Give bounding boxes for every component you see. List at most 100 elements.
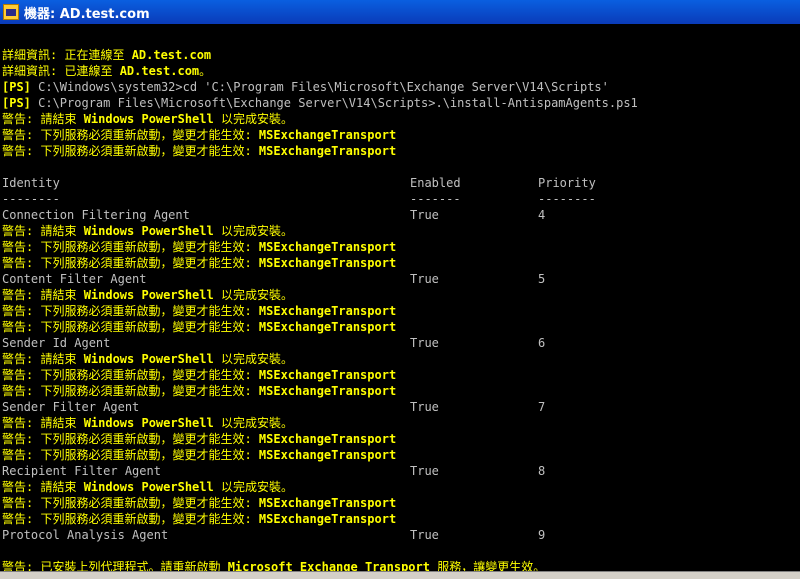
agent-enabled: True bbox=[410, 272, 439, 286]
column-header-identity: Identity bbox=[2, 176, 60, 190]
warning-prefix: 警告: 請結束 bbox=[2, 224, 84, 238]
remote-machine-icon bbox=[3, 4, 19, 20]
warning-highlight: MSExchangeTransport bbox=[258, 320, 397, 334]
console-output[interactable]: 詳細資訊: 正在連線至 AD.test.com 詳細資訊: 已連線至 AD.tes… bbox=[0, 24, 800, 574]
separator-priority: -------- bbox=[538, 192, 596, 206]
warning-line: 警告: 下列服務必須重新啟動，變更才能生效: MSExchangeTranspo… bbox=[2, 303, 800, 319]
agent-identity: Protocol Analysis Agent bbox=[2, 528, 169, 542]
warning-highlight: MSExchangeTransport bbox=[258, 144, 397, 158]
powershell-window: 機器: AD.test.com 詳細資訊: 正在連線至 AD.test.com 詳… bbox=[0, 0, 800, 579]
ps-prompt: [PS] bbox=[2, 80, 31, 94]
warning-highlight: MSExchangeTransport bbox=[258, 304, 397, 318]
agent-enabled: True bbox=[410, 400, 439, 414]
warning-line: 警告: 請結束 Windows PowerShell 以完成安裝。 bbox=[2, 287, 800, 303]
warning-highlight: MSExchangeTransport bbox=[258, 512, 397, 526]
warning-prefix: 警告: 下列服務必須重新啟動，變更才能生效: bbox=[2, 304, 259, 318]
command-text: C:\Windows\system32>cd 'C:\Program Files… bbox=[30, 80, 609, 94]
warning-prefix: 警告: 下列服務必須重新啟動，變更才能生效: bbox=[2, 320, 259, 334]
agent-priority: 6 bbox=[538, 336, 546, 350]
verbose-suffix: 。 bbox=[199, 64, 212, 78]
window-title: 機器: AD.test.com bbox=[24, 6, 150, 22]
warning-line: 警告: 請結束 Windows PowerShell 以完成安裝。 bbox=[2, 415, 800, 431]
warning-line: 警告: 下列服務必須重新啟動，變更才能生效: MSExchangeTranspo… bbox=[2, 255, 800, 271]
table-row: Sender Filter Agent True 7 bbox=[2, 399, 800, 415]
agent-enabled: True bbox=[410, 464, 439, 478]
verbose-prefix: 詳細資訊: 已連線至 bbox=[2, 64, 120, 78]
warning-prefix: 警告: 請結束 bbox=[2, 416, 84, 430]
warning-highlight: MSExchangeTransport bbox=[258, 240, 397, 254]
warning-highlight: Windows PowerShell bbox=[83, 288, 214, 302]
horizontal-scrollbar[interactable] bbox=[0, 571, 800, 579]
warning-prefix: 警告: 下列服務必須重新啟動，變更才能生效: bbox=[2, 256, 259, 270]
warning-line: 警告: 下列服務必須重新啟動，變更才能生效: MSExchangeTranspo… bbox=[2, 239, 800, 255]
verbose-line: 詳細資訊: 已連線至 AD.test.com。 bbox=[2, 63, 800, 79]
title-bar[interactable]: 機器: AD.test.com bbox=[0, 0, 800, 24]
agent-identity: Connection Filtering Agent bbox=[2, 208, 190, 222]
agent-identity: Sender Id Agent bbox=[2, 336, 111, 350]
warning-prefix: 警告: 請結束 bbox=[2, 352, 84, 366]
warning-prefix: 警告: 下列服務必須重新啟動，變更才能生效: bbox=[2, 144, 259, 158]
warning-line: 警告: 下列服務必須重新啟動，變更才能生效: MSExchangeTranspo… bbox=[2, 319, 800, 335]
agent-enabled: True bbox=[410, 528, 439, 542]
warning-highlight: Windows PowerShell bbox=[83, 112, 214, 126]
warning-highlight: Windows PowerShell bbox=[83, 416, 214, 430]
warning-suffix: 以完成安裝。 bbox=[213, 480, 293, 494]
table-row: Recipient Filter Agent True 8 bbox=[2, 463, 800, 479]
warning-line: 警告: 請結束 Windows PowerShell 以完成安裝。 bbox=[2, 479, 800, 495]
warning-prefix: 警告: 下列服務必須重新啟動，變更才能生效: bbox=[2, 368, 259, 382]
warning-highlight: Windows PowerShell bbox=[83, 224, 214, 238]
warning-line: 警告: 下列服務必須重新啟動，變更才能生效: MSExchangeTranspo… bbox=[2, 511, 800, 527]
warning-highlight: MSExchangeTransport bbox=[258, 256, 397, 270]
warning-highlight: MSExchangeTransport bbox=[258, 384, 397, 398]
warning-highlight: MSExchangeTransport bbox=[258, 496, 397, 510]
column-header-priority: Priority bbox=[538, 176, 596, 190]
table-row: Sender Id Agent True 6 bbox=[2, 335, 800, 351]
table-row: Protocol Analysis Agent True 9 bbox=[2, 527, 800, 543]
agent-priority: 4 bbox=[538, 208, 546, 222]
table-row: Connection Filtering Agent True 4 bbox=[2, 207, 800, 223]
command-text: C:\Program Files\Microsoft\Exchange Serv… bbox=[30, 96, 638, 110]
table-separator: -------- ------- -------- bbox=[2, 191, 800, 207]
warning-line: 警告: 下列服務必須重新啟動，變更才能生效: MSExchangeTranspo… bbox=[2, 367, 800, 383]
ps-prompt: [PS] bbox=[2, 96, 31, 110]
warning-line: 警告: 下列服務必須重新啟動，變更才能生效: MSExchangeTranspo… bbox=[2, 143, 800, 159]
warning-line: 警告: 下列服務必須重新啟動，變更才能生效: MSExchangeTranspo… bbox=[2, 447, 800, 463]
warning-suffix: 以完成安裝。 bbox=[213, 288, 293, 302]
warning-suffix: 以完成安裝。 bbox=[213, 416, 293, 430]
host-name: AD.test.com bbox=[119, 64, 200, 78]
agent-enabled: True bbox=[410, 208, 439, 222]
command-line: [PS] C:\Program Files\Microsoft\Exchange… bbox=[2, 95, 800, 111]
warning-line: 警告: 下列服務必須重新啟動，變更才能生效: MSExchangeTranspo… bbox=[2, 127, 800, 143]
agent-identity: Sender Filter Agent bbox=[2, 400, 140, 414]
warning-suffix: 以完成安裝。 bbox=[213, 224, 293, 238]
warning-suffix: 以完成安裝。 bbox=[213, 112, 293, 126]
command-line: [PS] C:\Windows\system32>cd 'C:\Program … bbox=[2, 79, 800, 95]
agent-priority: 9 bbox=[538, 528, 546, 542]
warning-prefix: 警告: 請結束 bbox=[2, 112, 84, 126]
agent-enabled: True bbox=[410, 336, 439, 350]
warning-highlight: MSExchangeTransport bbox=[258, 368, 397, 382]
agent-priority: 7 bbox=[538, 400, 546, 414]
separator-enabled: ------- bbox=[410, 192, 461, 206]
warning-line: 警告: 下列服務必須重新啟動，變更才能生效: MSExchangeTranspo… bbox=[2, 383, 800, 399]
warning-prefix: 警告: 下列服務必須重新啟動，變更才能生效: bbox=[2, 384, 259, 398]
warning-prefix: 警告: 請結束 bbox=[2, 480, 84, 494]
warning-line: 警告: 請結束 Windows PowerShell 以完成安裝。 bbox=[2, 111, 800, 127]
warning-highlight: MSExchangeTransport bbox=[258, 128, 397, 142]
host-name: AD.test.com bbox=[131, 48, 212, 62]
warning-highlight: MSExchangeTransport bbox=[258, 432, 397, 446]
agent-identity: Content Filter Agent bbox=[2, 272, 147, 286]
separator-identity: -------- bbox=[2, 192, 60, 206]
column-header-enabled: Enabled bbox=[410, 176, 461, 190]
warning-prefix: 警告: 下列服務必須重新啟動，變更才能生效: bbox=[2, 512, 259, 526]
table-row: Content Filter Agent True 5 bbox=[2, 271, 800, 287]
warning-prefix: 警告: 下列服務必須重新啟動，變更才能生效: bbox=[2, 432, 259, 446]
warning-line: 警告: 請結束 Windows PowerShell 以完成安裝。 bbox=[2, 351, 800, 367]
warning-prefix: 警告: 請結束 bbox=[2, 288, 84, 302]
warning-highlight: Windows PowerShell bbox=[83, 352, 214, 366]
warning-highlight: MSExchangeTransport bbox=[258, 448, 397, 462]
warning-line: 警告: 請結束 Windows PowerShell 以完成安裝。 bbox=[2, 223, 800, 239]
